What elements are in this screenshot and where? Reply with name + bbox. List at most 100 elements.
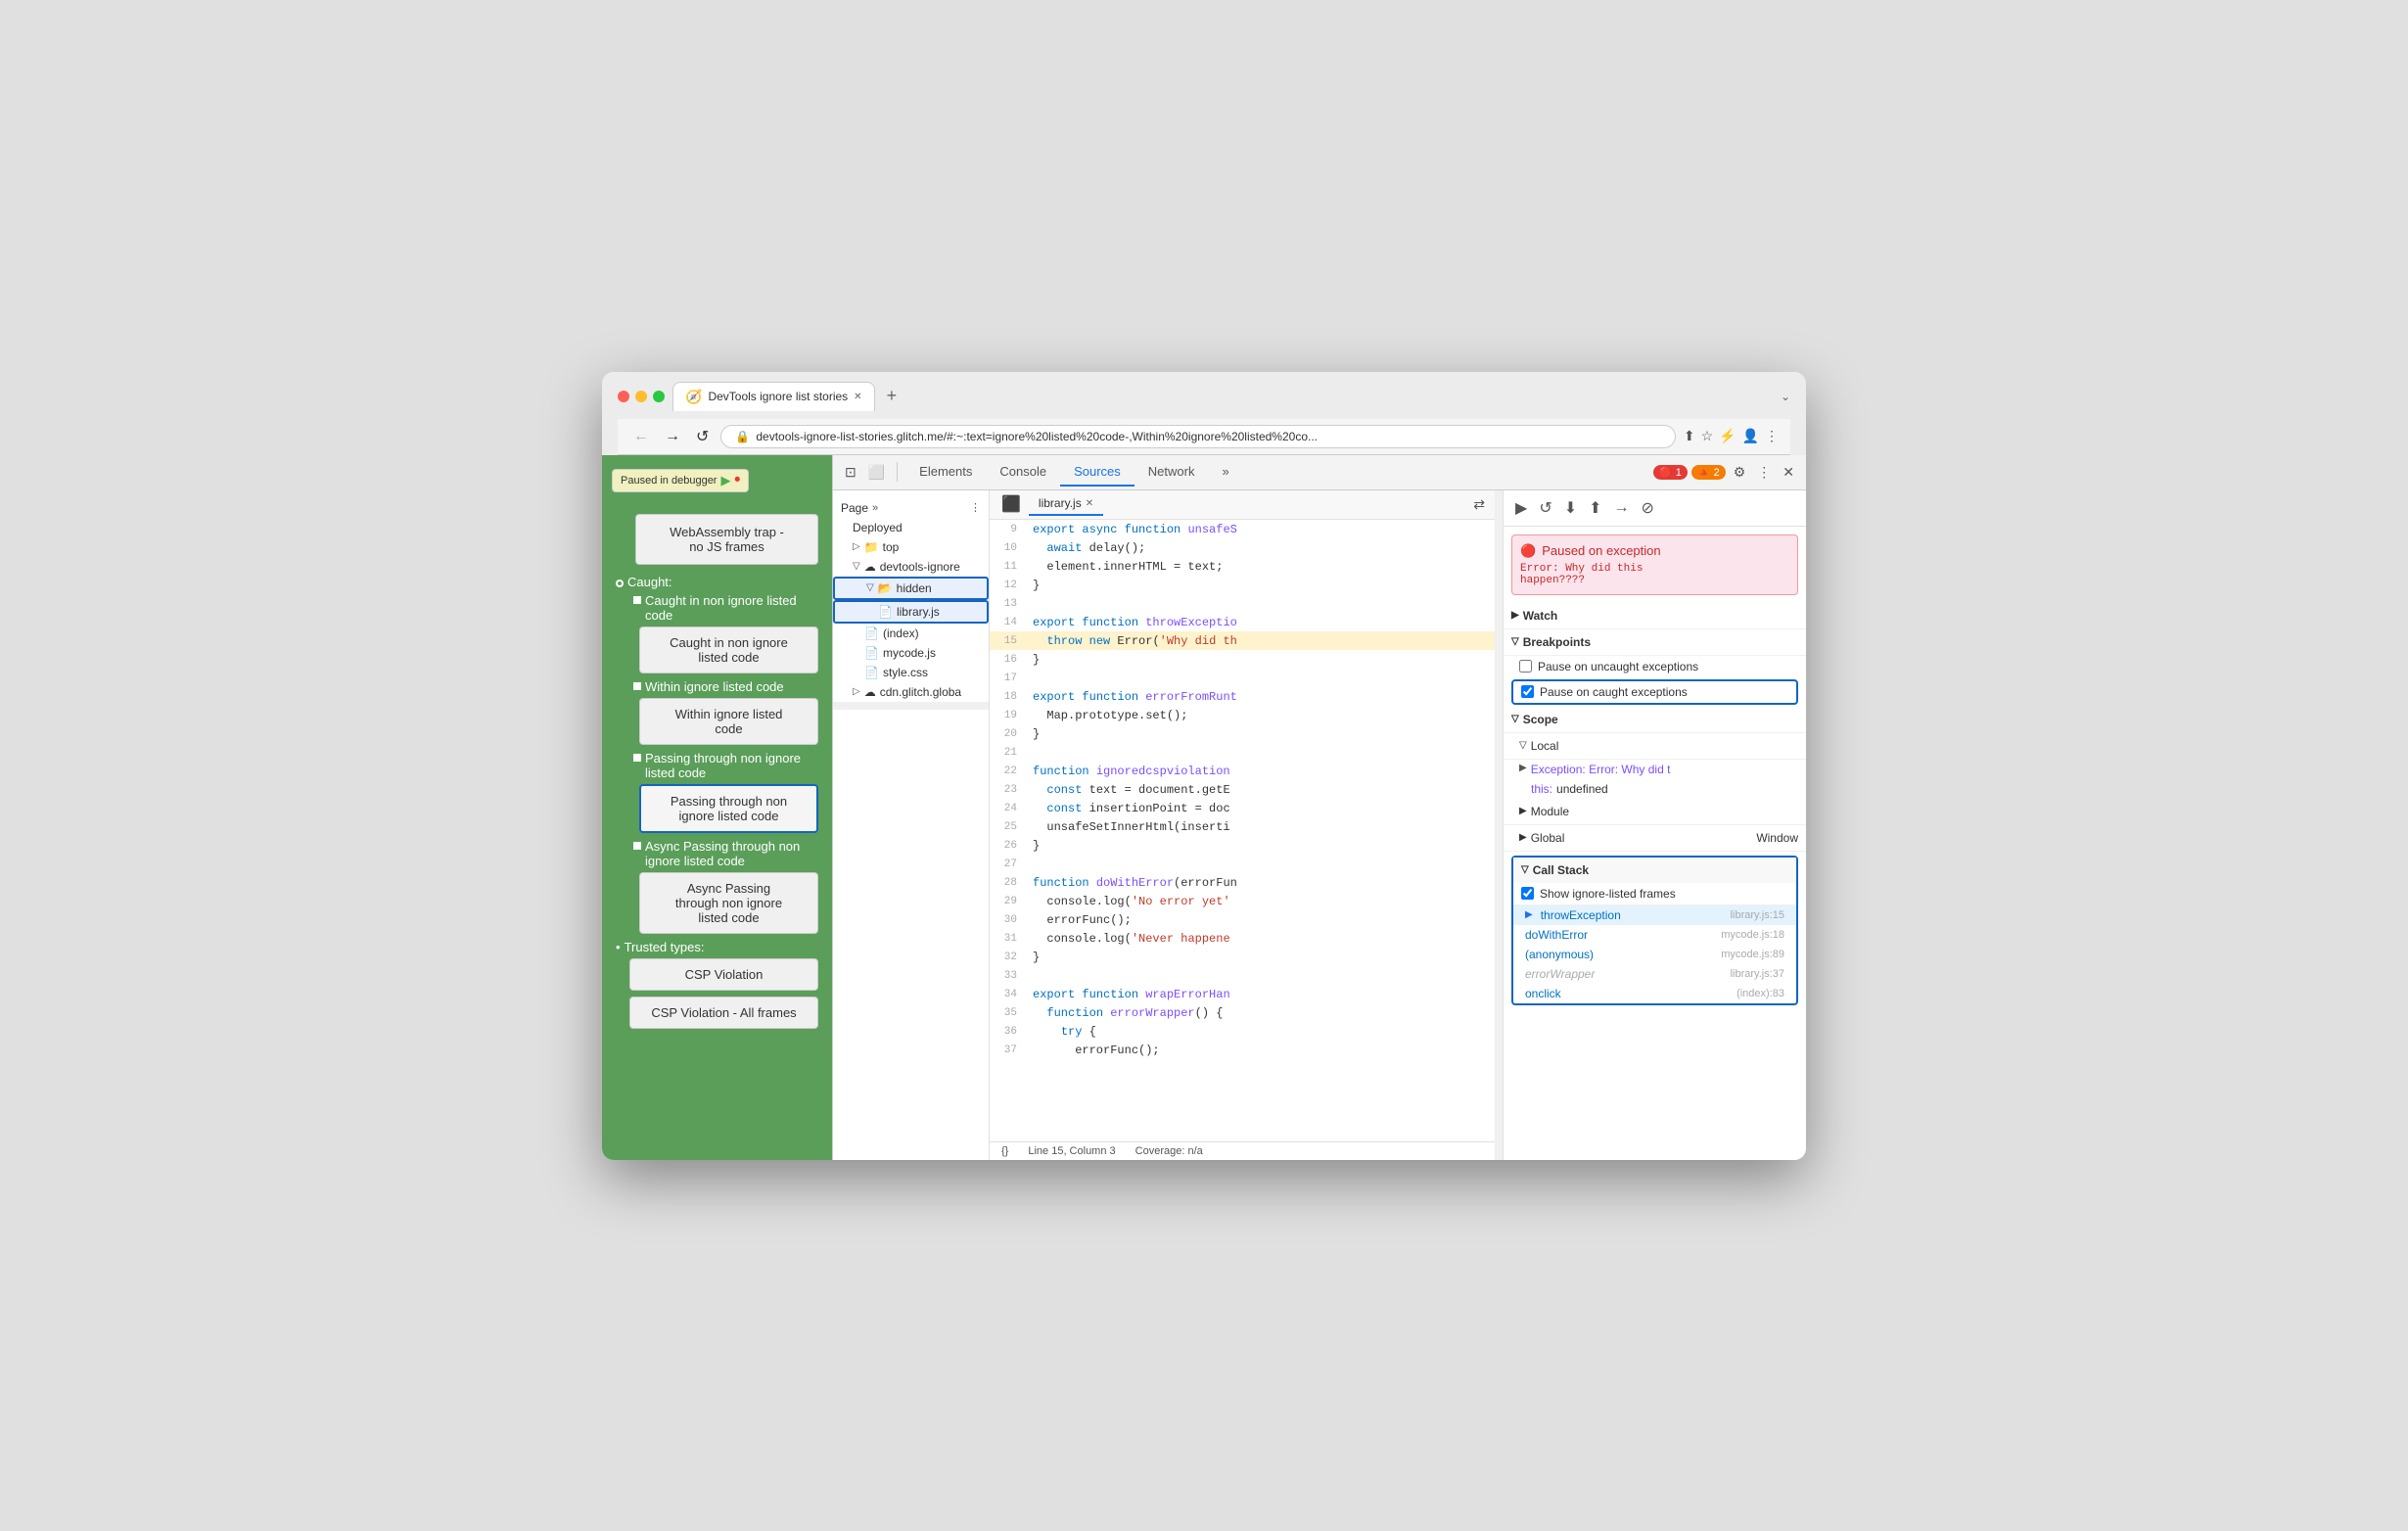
devtools-right-icons: 🔴 1 🔺 2 ⚙ ⋮ ✕ xyxy=(1653,460,1798,485)
maximize-button[interactable] xyxy=(653,391,665,402)
step-over-icon[interactable]: ⏺ xyxy=(734,474,740,487)
passing-through-button[interactable]: Passing through nonignore listed code xyxy=(639,784,818,833)
tab-more[interactable]: » xyxy=(1208,458,1242,487)
stack-frame-throwexception[interactable]: ▶ throwException library.js:15 xyxy=(1513,905,1796,925)
pause-uncaught-row[interactable]: Pause on uncaught exceptions xyxy=(1504,656,1806,677)
bookmark-icon[interactable]: ☆ xyxy=(1701,428,1714,444)
profile-icon[interactable]: 👤 xyxy=(1742,428,1759,444)
stack-frame-dowithError[interactable]: doWithError mycode.js:18 xyxy=(1513,925,1796,945)
close-button[interactable] xyxy=(618,391,629,402)
code-line: 18 export function errorFromRunt xyxy=(990,687,1495,706)
editor-tab-close[interactable]: ✕ xyxy=(1086,498,1093,509)
device-icon[interactable]: ⬜ xyxy=(864,460,889,485)
file-tree-scrollbar[interactable] xyxy=(833,702,989,710)
caught-section: Caught: Caught in non ignore listed code… xyxy=(616,575,818,934)
mycode-file[interactable]: 📄 mycode.js xyxy=(833,643,989,663)
back-button[interactable]: ← xyxy=(629,426,653,447)
editor-tabs: ⬛ library.js ✕ ⇄ xyxy=(990,490,1495,520)
async-passing-button[interactable]: Async Passingthrough non ignorelisted co… xyxy=(639,872,818,934)
more-options-icon[interactable]: ⋮ xyxy=(1753,460,1775,485)
devtools-ignore-item[interactable]: ▽ ☁ devtools-ignore xyxy=(833,557,989,577)
stack-frame-anonymous[interactable]: (anonymous) mycode.js:89 xyxy=(1513,945,1796,964)
show-ignore-frames-checkbox[interactable] xyxy=(1521,887,1534,900)
mycode-label: mycode.js xyxy=(883,646,936,660)
hidden-folder[interactable]: ▽ 📂 hidden xyxy=(833,577,989,600)
hidden-label: hidden xyxy=(897,581,932,595)
watch-section[interactable]: ▶ Watch xyxy=(1504,603,1806,629)
code-line: 22 function ignoredcspviolation xyxy=(990,762,1495,780)
global-section[interactable]: ▶ Global Window xyxy=(1504,825,1806,852)
trusted-section: • Trusted types: CSP Violation CSP Viola… xyxy=(616,940,818,1029)
csp-violation-button[interactable]: CSP Violation xyxy=(629,958,818,991)
code-line: 36 try { xyxy=(990,1022,1495,1041)
stack-frame-onclick[interactable]: onclick (index):83 xyxy=(1513,984,1796,1003)
local-section[interactable]: ▽ Local xyxy=(1504,733,1806,760)
tab-close-button[interactable]: ✕ xyxy=(854,392,861,402)
editor-sidebar-toggle[interactable]: ⬛ xyxy=(997,490,1025,518)
scope-section[interactable]: ▽ Scope xyxy=(1504,707,1806,733)
tab-sources[interactable]: Sources xyxy=(1060,458,1135,487)
resume-button[interactable]: ▶ xyxy=(1511,496,1531,520)
editor-nav-icon[interactable]: ⇄ xyxy=(1471,494,1487,515)
tab-network[interactable]: Network xyxy=(1135,458,1209,487)
code-line: 27 xyxy=(990,855,1495,873)
exception-expand[interactable]: ▶ xyxy=(1519,763,1527,773)
caught-non-ignore-button[interactable]: Caught in non ignorelisted code xyxy=(639,626,818,673)
step-out-button[interactable]: ⬆ xyxy=(1585,496,1605,520)
pause-caught-checkbox[interactable] xyxy=(1521,685,1534,698)
settings-icon[interactable]: ⚙ xyxy=(1730,460,1750,485)
resume-icon[interactable]: ▶ xyxy=(720,473,730,488)
page-more[interactable]: » xyxy=(872,502,878,514)
module-section[interactable]: ▶ Module xyxy=(1504,799,1806,825)
library-js-file[interactable]: 📄 library.js xyxy=(833,600,989,624)
top-item[interactable]: ▷ 📁 top xyxy=(833,537,989,557)
inspect-icon[interactable]: ⊡ xyxy=(841,460,860,485)
page-menu[interactable]: ⋮ xyxy=(970,501,981,514)
editor-tab-label: library.js xyxy=(1039,496,1082,510)
index-file[interactable]: 📄 (index) xyxy=(833,624,989,643)
code-content[interactable]: 9 export async function unsafeS 10 await… xyxy=(990,520,1495,1141)
cdn-item[interactable]: ▷ ☁ cdn.glitch.globa xyxy=(833,682,989,702)
tab-overflow-button[interactable]: ⌄ xyxy=(1781,390,1790,403)
minimize-button[interactable] xyxy=(635,391,647,402)
breakpoints-section[interactable]: ▽ Breakpoints xyxy=(1504,629,1806,656)
step-button[interactable]: → xyxy=(1610,497,1634,519)
close-devtools-icon[interactable]: ✕ xyxy=(1779,460,1798,485)
pause-uncaught-checkbox[interactable] xyxy=(1519,660,1532,673)
top-arrow: ▷ xyxy=(853,541,860,552)
browser-tab[interactable]: 🧭 DevTools ignore list stories ✕ xyxy=(672,382,875,411)
refresh-button[interactable]: ↺ xyxy=(692,425,713,448)
deployed-label: Deployed xyxy=(853,521,903,534)
page-label: Page xyxy=(841,501,868,515)
style-label: style.css xyxy=(883,666,928,679)
cast-icon[interactable]: ⬆ xyxy=(1684,428,1695,444)
url-bar[interactable]: 🔒 devtools-ignore-list-stories.glitch.me… xyxy=(720,425,1675,448)
scope-arrow: ▽ xyxy=(1511,714,1519,724)
tab-elements[interactable]: Elements xyxy=(905,458,986,487)
pause-caught-row[interactable]: Pause on caught exceptions xyxy=(1511,679,1798,705)
tab-console[interactable]: Console xyxy=(986,458,1060,487)
frame-loc-anonymous: mycode.js:89 xyxy=(1721,949,1784,960)
style-file[interactable]: 📄 style.css xyxy=(833,663,989,682)
csp-violation-all-button[interactable]: CSP Violation - All frames xyxy=(629,997,818,1029)
step-over-button[interactable]: ↺ xyxy=(1535,496,1555,520)
code-scrollbar[interactable] xyxy=(1495,490,1503,1160)
show-ignore-frames-row[interactable]: Show ignore-listed frames xyxy=(1513,883,1796,905)
code-line: 9 export async function unsafeS xyxy=(990,520,1495,538)
new-tab-button[interactable]: + xyxy=(879,382,905,410)
page-tab[interactable]: Page » ⋮ xyxy=(833,498,989,518)
stack-frame-errorwrapper[interactable]: errorWrapper library.js:37 xyxy=(1513,964,1796,984)
within-ignore-button[interactable]: Within ignore listedcode xyxy=(639,698,818,745)
code-line: 17 xyxy=(990,669,1495,687)
passing-through-label: Passing through non ignore listed code xyxy=(645,751,818,780)
menu-icon[interactable]: ⋮ xyxy=(1765,428,1779,444)
local-label: Local xyxy=(1531,739,1559,753)
deactivate-button[interactable]: ⊘ xyxy=(1638,496,1658,520)
editor-tab-library[interactable]: library.js ✕ xyxy=(1029,492,1103,516)
step-into-button[interactable]: ⬇ xyxy=(1560,496,1581,520)
extension-icon[interactable]: ⚡ xyxy=(1719,428,1736,444)
page-content: Paused in debugger ▶ ⏺ WebAssembly trap … xyxy=(602,455,832,1160)
call-stack-header[interactable]: ▽ Call Stack xyxy=(1513,858,1796,883)
forward-button[interactable]: → xyxy=(661,426,684,447)
this-scope-item: this: undefined xyxy=(1504,779,1806,799)
